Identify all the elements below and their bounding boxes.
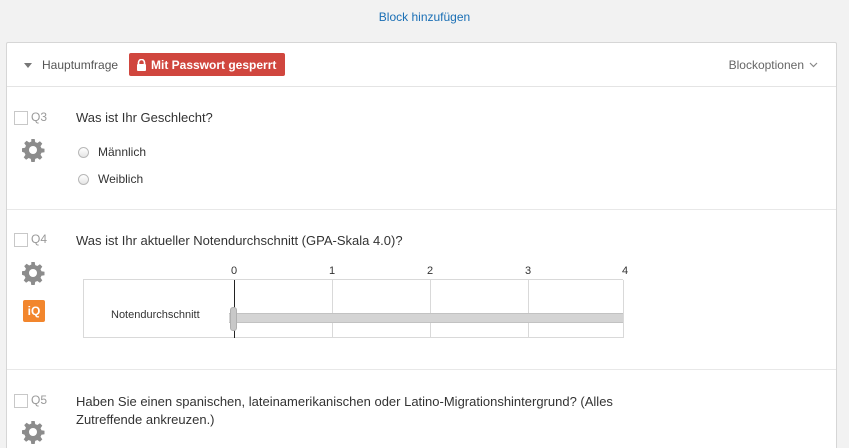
slider-tick-label: 4	[621, 265, 629, 277]
add-block-link[interactable]: Block hinzufügen	[0, 10, 849, 24]
radio-button[interactable]	[78, 146, 89, 158]
question-select-checkbox[interactable]	[14, 233, 28, 247]
choice-option[interactable]: Weiblich	[78, 172, 143, 186]
choice-option[interactable]: Männlich	[78, 145, 146, 159]
gear-icon[interactable]	[21, 261, 45, 285]
question-select-checkbox[interactable]	[14, 394, 28, 408]
question-select-checkbox[interactable]	[14, 111, 28, 125]
choice-label: Männlich	[98, 145, 147, 159]
question-number: Q5	[31, 393, 48, 407]
block-options-dropdown[interactable]: Blockoptionen	[729, 58, 818, 72]
slider-track[interactable]	[229, 313, 623, 323]
slider-handle[interactable]	[230, 307, 237, 331]
question-text[interactable]: Was ist Ihr Geschlecht?	[76, 109, 213, 127]
slider-tick-label: 2	[426, 265, 434, 277]
password-lock-badge[interactable]: Mit Passwort gesperrt	[129, 53, 286, 76]
lock-icon	[137, 58, 146, 71]
slider-statement-label: Notendurchschnitt	[111, 309, 200, 321]
slider-gridline	[332, 280, 333, 338]
question-q5[interactable]: Q5 Haben Sie einen spanischen, lateiname…	[7, 370, 836, 448]
slider-tick-label: 1	[328, 265, 336, 277]
collapse-caret-icon[interactable]	[24, 63, 32, 68]
question-q3[interactable]: Q3 Was ist Ihr Geschlecht? Männlich Weib…	[7, 87, 836, 210]
lock-badge-label: Mit Passwort gesperrt	[151, 57, 277, 72]
choice-label: Weiblich	[98, 172, 144, 186]
block-header: Hauptumfrage Mit Passwort gesperrt Block…	[7, 43, 836, 87]
gear-icon[interactable]	[21, 138, 45, 162]
iq-icon[interactable]: iQ	[23, 300, 45, 322]
question-q4[interactable]: Q4 iQ Was ist Ihr aktueller Notendurchsc…	[7, 210, 836, 370]
slider-tick-label: 0	[230, 265, 238, 277]
block-options-label: Blockoptionen	[728, 58, 804, 72]
slider-question-area: 0 1 2 3 4 Notendurchschnitt	[83, 260, 629, 338]
block-title[interactable]: Hauptumfrage	[42, 58, 118, 72]
gear-icon[interactable]	[21, 420, 45, 444]
survey-block: Hauptumfrage Mit Passwort gesperrt Block…	[6, 42, 837, 448]
slider-gridline	[430, 280, 431, 338]
question-text[interactable]: Haben Sie einen spanischen, lateinamerik…	[76, 393, 676, 429]
chevron-down-icon	[809, 62, 818, 68]
radio-button[interactable]	[78, 173, 89, 185]
question-number: Q4	[31, 232, 48, 246]
question-text[interactable]: Was ist Ihr aktueller Notendurchschnitt …	[76, 232, 403, 250]
slider-gridline	[623, 280, 624, 338]
slider-tick-label: 3	[524, 265, 532, 277]
slider-gridline	[528, 280, 529, 338]
question-number: Q3	[31, 110, 48, 124]
